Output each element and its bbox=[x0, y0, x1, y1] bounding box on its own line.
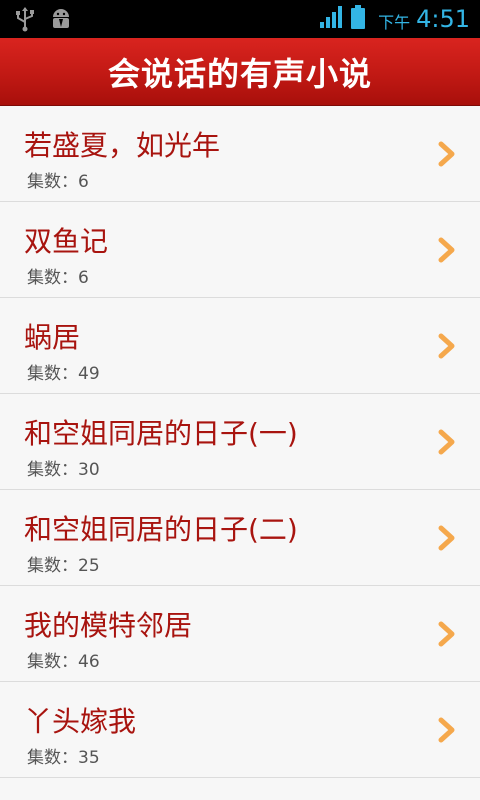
episode-count: 集数：49 bbox=[27, 359, 100, 384]
episode-value: 49 bbox=[78, 364, 100, 384]
episode-value: 6 bbox=[78, 172, 89, 192]
novel-title: 我的模特邻居 bbox=[24, 609, 193, 642]
episode-value: 25 bbox=[78, 556, 100, 576]
chevron-right-icon bbox=[438, 237, 455, 263]
list-item[interactable]: 蜗居集数：49 bbox=[0, 298, 480, 394]
novel-title: 蜗居 bbox=[24, 321, 81, 354]
status-bar: 下午 4:51 bbox=[0, 0, 480, 38]
list-item[interactable]: 丫头嫁我集数：35 bbox=[0, 682, 480, 778]
episode-label: 集数： bbox=[27, 460, 78, 480]
status-time: 4:51 bbox=[416, 5, 470, 33]
list-item[interactable]: 若盛夏，如光年集数：6 bbox=[0, 106, 480, 202]
chevron-right-icon bbox=[438, 621, 455, 647]
episode-label: 集数： bbox=[27, 556, 78, 576]
chevron-right-icon bbox=[438, 717, 455, 743]
episode-label: 集数： bbox=[27, 652, 78, 672]
usb-icon bbox=[14, 6, 36, 36]
chevron-right-icon bbox=[438, 429, 455, 455]
episode-value: 46 bbox=[78, 652, 100, 672]
episode-count: 集数：6 bbox=[27, 167, 89, 192]
episode-count: 集数：6 bbox=[27, 263, 89, 288]
status-ampm: 下午 bbox=[378, 13, 411, 32]
episode-label: 集数： bbox=[27, 748, 78, 768]
novel-title: 丫头嫁我 bbox=[24, 705, 137, 738]
page-title: 会说话的有声小说 bbox=[107, 54, 372, 93]
signal-icon bbox=[318, 4, 344, 34]
novel-title: 和空姐同居的日子(一) bbox=[24, 417, 298, 450]
episode-count: 集数：46 bbox=[27, 647, 100, 672]
list-item[interactable]: 双鱼记集数：6 bbox=[0, 202, 480, 298]
episode-value: 6 bbox=[78, 268, 89, 288]
list-item[interactable]: 我的模特邻居集数：46 bbox=[0, 586, 480, 682]
episode-count: 集数：25 bbox=[27, 551, 100, 576]
episode-value: 35 bbox=[78, 748, 100, 768]
episode-label: 集数： bbox=[27, 364, 78, 384]
episode-count: 集数：30 bbox=[27, 455, 100, 480]
battery-icon bbox=[350, 4, 366, 34]
list-item[interactable]: 和空姐同居的日子(一) 集数：30 bbox=[0, 394, 480, 490]
android-debug-icon bbox=[48, 6, 74, 36]
episode-label: 集数： bbox=[27, 172, 78, 192]
novel-title: 双鱼记 bbox=[24, 225, 109, 258]
novel-title: 若盛夏，如光年 bbox=[24, 129, 221, 162]
novel-title: 和空姐同居的日子(二) bbox=[24, 513, 298, 546]
episode-count: 集数：35 bbox=[27, 743, 100, 768]
episode-value: 30 bbox=[78, 460, 100, 480]
app-header: 会说话的有声小说 bbox=[0, 38, 480, 106]
chevron-right-icon bbox=[438, 333, 455, 359]
novel-list: 若盛夏，如光年 集数：6 双鱼记 集数：6 蜗居 集数：49 和空姐同居的日子(一) 集数：3… bbox=[0, 106, 480, 778]
list-item[interactable]: 和空姐同居的日子(二) 集数：25 bbox=[0, 490, 480, 586]
chevron-right-icon bbox=[438, 141, 455, 167]
episode-label: 集数： bbox=[27, 268, 78, 288]
chevron-right-icon bbox=[438, 525, 455, 551]
